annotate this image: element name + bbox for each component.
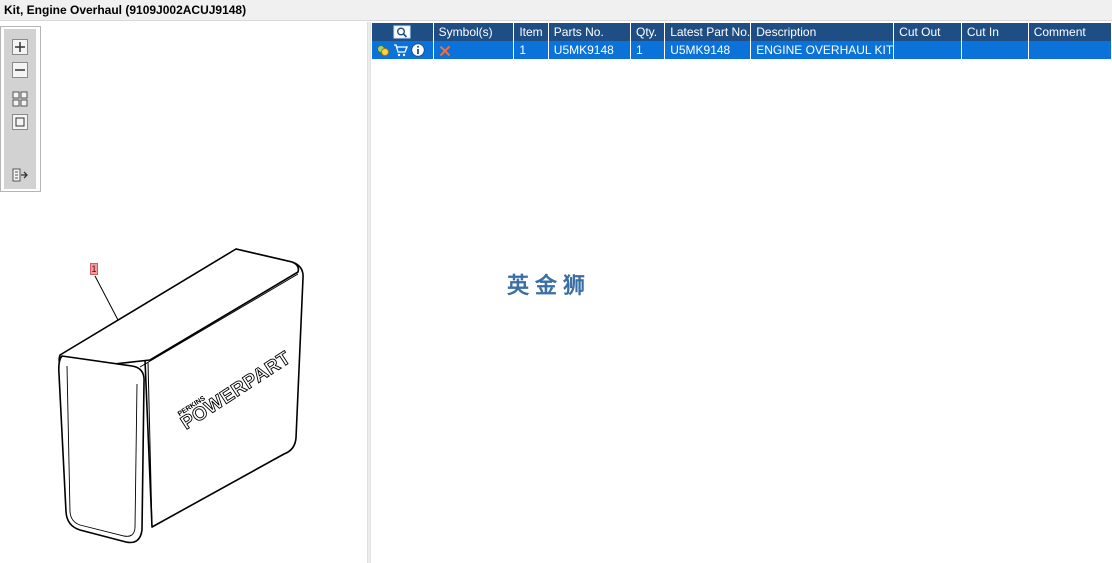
info-icon[interactable]	[411, 43, 425, 57]
latest-part-no-cell: U5MK9148	[664, 41, 752, 59]
qty-cell: 1	[630, 41, 666, 59]
comment-cell	[1028, 41, 1112, 59]
column-header-cut-in[interactable]: Cut In	[961, 23, 1029, 41]
cut-out-cell	[893, 41, 962, 59]
column-header-qty[interactable]: Qty.	[630, 23, 666, 41]
description-cell: ENGINE OVERHAUL KIT	[750, 41, 895, 59]
parts-group-icon[interactable]	[376, 43, 390, 57]
row-actions-cell	[372, 41, 434, 59]
column-header-comment[interactable]: Comment	[1028, 23, 1112, 41]
table-row[interactable]: 1 U5MK9148 1 U5MK9148 ENGINE OVERHAUL KI…	[372, 41, 1112, 59]
parts-no-cell: U5MK9148	[548, 41, 631, 59]
cut-in-cell	[961, 41, 1029, 59]
cart-icon[interactable]	[393, 43, 408, 57]
column-header-parts-no[interactable]: Parts No.	[548, 23, 631, 41]
column-header-search[interactable]	[372, 23, 434, 41]
column-header-item[interactable]: Item	[513, 23, 549, 41]
callout-item-1[interactable]: 1	[90, 263, 98, 275]
table-header: Symbol(s) Item Parts No. Qty. Latest Par…	[372, 23, 1112, 41]
drawing-pane[interactable]: POWERPART PERKINS 1	[0, 22, 367, 563]
column-header-description[interactable]: Description	[750, 23, 895, 41]
close-icon[interactable]	[439, 45, 451, 57]
column-header-symbols[interactable]: Symbol(s)	[433, 23, 515, 41]
column-header-latest-part-no[interactable]: Latest Part No.	[664, 23, 752, 41]
symbols-cell	[433, 41, 515, 59]
column-header-cut-out[interactable]: Cut Out	[893, 23, 962, 41]
watermark-text: 英金狮	[507, 274, 592, 299]
item-cell: 1	[513, 41, 549, 59]
search-icon	[393, 25, 411, 39]
window-title: Kit, Engine Overhaul (9109J002ACUJ9148)	[0, 0, 1112, 21]
parts-table: Symbol(s) Item Parts No. Qty. Latest Par…	[372, 23, 1112, 59]
part-drawing: POWERPART PERKINS	[58, 248, 304, 544]
parts-list-pane: Symbol(s) Item Parts No. Qty. Latest Par…	[371, 22, 1112, 563]
